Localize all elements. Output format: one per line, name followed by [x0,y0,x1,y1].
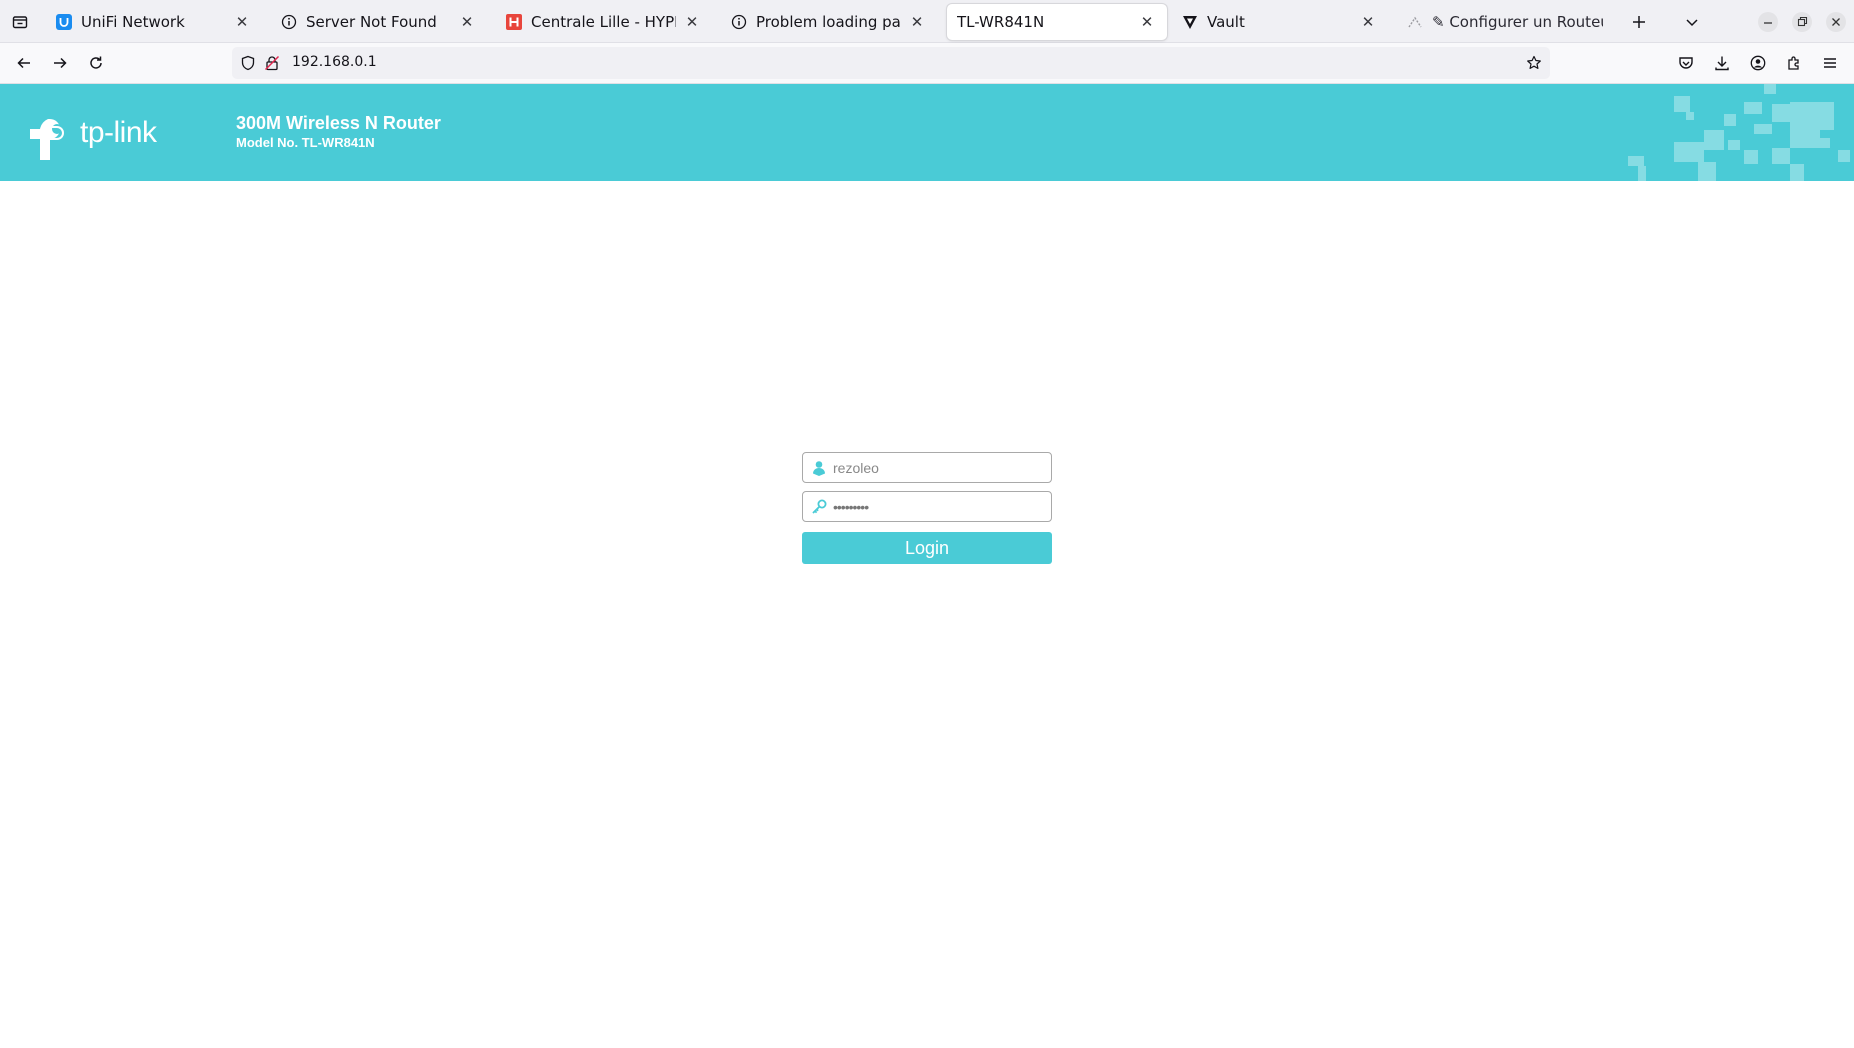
tab-title: Vault [1207,13,1245,31]
new-tab-icon[interactable] [1627,10,1651,34]
back-arrow-icon[interactable] [11,50,37,76]
tab-hyperplanning[interactable]: Centrale Lille - HYPERPLANNING ✕ [496,4,712,40]
tab-title: Problem loading page [756,13,901,31]
restore-window-icon[interactable] [1790,10,1814,34]
tab-title: UniFi Network [81,13,185,31]
tab-title: Server Not Found [306,13,437,31]
browser-tab-strip: UniFi Network ✕ Server Not Found ✕ Centr… [0,0,1854,43]
password-input[interactable] [833,495,1043,518]
tab-server-not-found[interactable]: Server Not Found ✕ [271,4,487,40]
unifi-icon [56,14,72,30]
tab-unifi-network[interactable]: UniFi Network ✕ [46,4,262,40]
vault-icon [1182,14,1198,30]
password-field[interactable] [802,491,1052,522]
download-icon[interactable] [1709,50,1735,76]
tab-vault[interactable]: Vault ✕ [1172,4,1388,40]
brand-name: tp-link [80,116,157,149]
close-icon[interactable]: ✕ [457,12,477,32]
router-header: tp-link 300M Wireless N Router Model No.… [0,84,1854,181]
tp-link-logo-icon [30,119,64,160]
info-icon [731,14,747,30]
placeholder-icon [1407,14,1423,30]
url-bar[interactable]: 192.168.0.1 [232,47,1550,79]
shield-icon[interactable] [240,55,256,71]
forward-arrow-icon[interactable] [47,50,73,76]
product-title: 300M Wireless N Router [236,113,441,133]
close-window-icon[interactable] [1824,10,1848,34]
close-icon[interactable]: ✕ [1137,12,1157,32]
user-icon [811,460,827,476]
reload-icon[interactable] [83,50,109,76]
tab-tl-wr841n[interactable]: TL-WR841N ✕ [947,4,1167,40]
key-icon [811,499,827,515]
close-icon[interactable]: ✕ [682,12,702,32]
hamburger-menu-icon[interactable] [1817,50,1843,76]
insecure-lock-icon[interactable] [264,55,280,71]
minimize-window-icon[interactable] [1756,10,1780,34]
pocket-icon[interactable] [1673,50,1699,76]
tab-title: Centrale Lille - HYPERPLANNING [531,13,676,31]
account-icon[interactable] [1745,50,1771,76]
decorative-pixel-pattern [1628,84,1850,181]
login-button[interactable]: Login [802,532,1052,564]
url-text[interactable]: 192.168.0.1 [292,54,377,70]
username-input[interactable] [833,456,1043,479]
tab-title: TL-WR841N [957,13,1045,31]
close-icon[interactable]: ✕ [232,12,252,32]
browser-nav-bar: 192.168.0.1 [0,43,1854,84]
tab-title: ✎ Configurer un Routeur [1432,13,1603,31]
close-icon[interactable]: ✕ [1358,12,1378,32]
model-number: Model No. TL-WR841N [236,135,375,150]
list-all-tabs-icon[interactable] [8,10,32,34]
chevron-down-icon[interactable] [1680,10,1704,34]
bookmark-star-icon[interactable] [1526,55,1542,71]
tp-link-logo: tp-link [24,112,157,162]
tab-configurer-routeur[interactable]: ✎ Configurer un Routeur [1397,4,1613,40]
hyperplanning-icon [506,14,522,30]
username-field[interactable] [802,452,1052,483]
close-icon[interactable]: ✕ [907,12,927,32]
extensions-icon[interactable] [1781,50,1807,76]
info-icon [281,14,297,30]
tab-problem-loading[interactable]: Problem loading page ✕ [721,4,937,40]
